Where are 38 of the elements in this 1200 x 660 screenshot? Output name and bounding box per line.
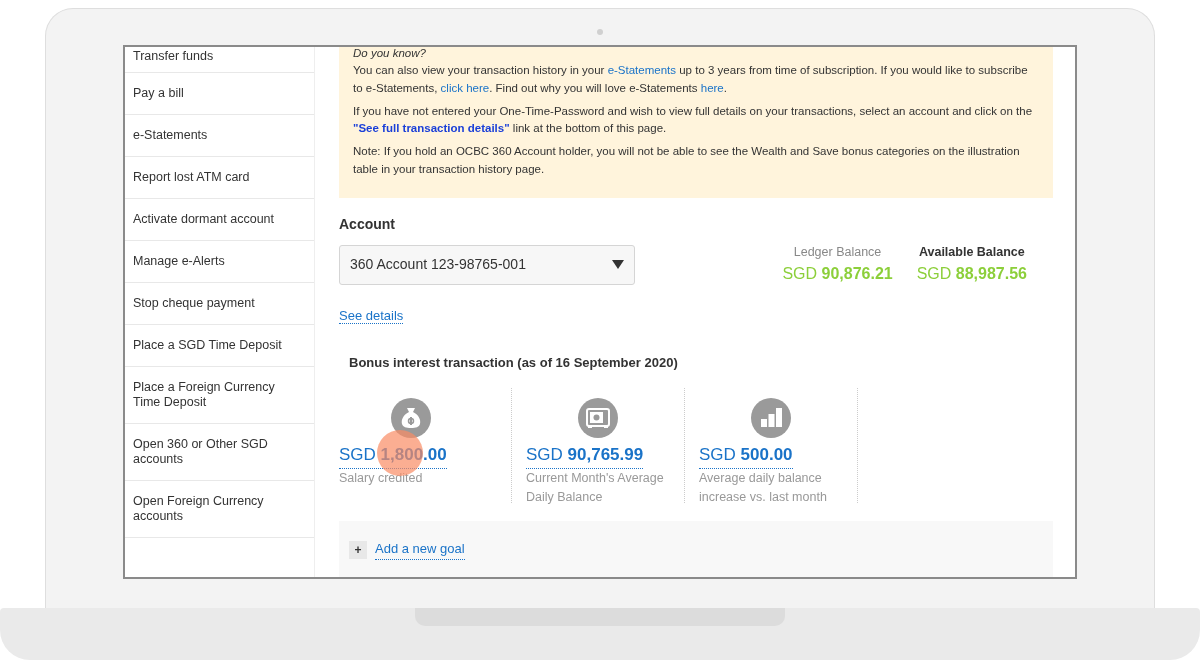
sidebar-item[interactable]: Pay a bill [125, 73, 314, 115]
add-button[interactable]: + [349, 540, 367, 559]
add-goal-link[interactable]: Add a new goal [375, 539, 465, 560]
balance-label: Available Balance [917, 243, 1026, 261]
text-link[interactable]: e-Statements [607, 64, 677, 77]
sidebar-item[interactable]: Transfer funds [125, 47, 314, 73]
account-select[interactable]: 360 Account 123-98765-001 [339, 244, 635, 285]
balance-amount: SGD 88,987.56 [916, 263, 1027, 284]
amount-link[interactable]: SGD 500.00 [699, 442, 793, 469]
section-heading: Bonus interest transaction (as of 16 September 2020) [349, 353, 679, 372]
sidebar-item[interactable]: Place a Foreign Currency Time Deposit [125, 367, 314, 424]
sidebar-item[interactable]: Activate dormant account [125, 199, 314, 241]
sidebar-item[interactable]: Place a SGD Time Deposit [125, 325, 314, 367]
amount-link[interactable]: SGD 90,765.99 [526, 442, 644, 469]
notice-paragraph: If you have not entered your One-Time-Password and wish to view full details on your transactions, select an account and click on the "See full transaction details" link at the bottom of this page. [353, 103, 1034, 136]
balance-label: Ledger Balance [792, 243, 883, 261]
section-heading: Account [339, 214, 396, 234]
sidebar-item[interactable]: e-Statements [125, 115, 314, 157]
sidebar-item[interactable]: Open Foreign Currency accounts [125, 481, 314, 538]
sidebar-item[interactable]: Manage e-Alerts [125, 241, 314, 283]
sidebar-item[interactable]: Stop cheque payment [125, 283, 314, 325]
text-link[interactable]: click here [440, 81, 490, 94]
caret-icon [612, 260, 624, 270]
camera-icon [597, 29, 603, 35]
balance-amount: SGD 90,876.21 [782, 263, 893, 284]
notice-title: Do you know? [353, 47, 427, 61]
notice-paragraph: Note: If you hold an OCBC 360 Account holder, you will not be able to see the Wealth and Save bonus categories on the illustration table in your transaction history page. [353, 144, 1021, 177]
notice-paragraph: You can also view your transaction history in your e-Statements up to 3 years from time of subscription. If you would like to subscribe to e-Statements, click here. Find out why you will love e-Statements here. [353, 63, 1029, 96]
sidebar-item[interactable]: Open 360 or Other SGD accounts [125, 424, 314, 481]
safe-icon [578, 398, 618, 439]
text-link[interactable]: "See full transaction details" [353, 122, 510, 134]
text-link[interactable]: here [700, 81, 724, 94]
details-link[interactable]: See details [339, 307, 404, 324]
amount-caption: Average daily balance increase vs. last month [699, 469, 828, 506]
sidebar-item[interactable]: Report lost ATM card [125, 157, 314, 199]
bar-chart-icon [751, 398, 791, 439]
amount-caption: Salary credited [339, 469, 424, 487]
amount-caption: Current Month's Average Daily Balance [526, 469, 665, 506]
